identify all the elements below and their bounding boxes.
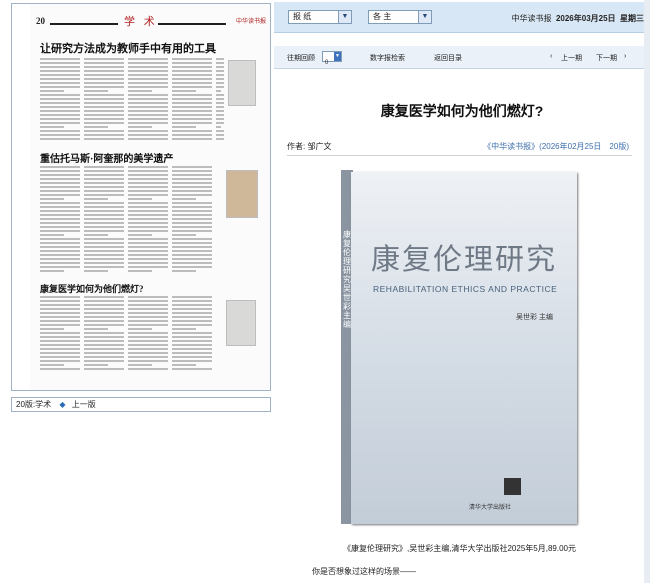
byline-row: 作者: 邹广文 《中华读书报》(2026年02月25日 20版): [287, 141, 632, 156]
article-body-first-line: 你是否想象过这样的场景——: [312, 567, 416, 576]
paper-name: 中华读书报: [511, 14, 552, 23]
article-title: 康复医学如何为他们燃灯?: [380, 103, 544, 119]
scrollbar[interactable]: [644, 0, 650, 583]
thumbnail-text-column: [128, 58, 168, 142]
thumbnail-text-column: [128, 166, 168, 274]
thumbnail-text-column: [84, 166, 124, 274]
next-issue-chevron-icon[interactable]: ›: [624, 53, 626, 60]
top-toolbar: 报 纸 ▼ 各 主 ▼ 中华读书报 2026年03月25日 星期三: [274, 2, 650, 33]
current-page-label: 20版:学术: [16, 400, 52, 409]
publisher-logo-icon: [504, 478, 521, 495]
back-to-index-link[interactable]: 返回目录: [434, 53, 462, 63]
issue-info: 中华读书报 2026年03月25日 星期三: [512, 13, 645, 24]
chevron-down-icon: ▼: [334, 52, 341, 61]
thumbnail-text-column: [84, 296, 124, 372]
page-thumbnail-frame: 20 学 术 中华读书报 让研究方法成为教师手中有用的工具 重估托马斯·阿奎那的…: [11, 3, 271, 391]
article-author: 作者: 邹广文: [287, 142, 332, 151]
thumbnail-image-1: [228, 60, 256, 106]
thumbnail-page-number: 20: [36, 16, 45, 26]
page-select-value: 0: [325, 60, 329, 66]
digital-search-link[interactable]: 数字报检索: [370, 53, 405, 63]
newspaper-select-value: 报 纸: [293, 12, 312, 21]
book-editor: 吴世彩 主编: [516, 314, 553, 321]
thumbnail-text-column: [216, 58, 224, 142]
thumbnail-image-2: [226, 170, 258, 218]
thumbnail-brand: 中华读书报: [235, 19, 266, 25]
book-title: 康复伦理研究: [371, 242, 558, 276]
thumbnail-text-column: [128, 296, 168, 372]
thumbnail-text-column: [40, 296, 80, 372]
article-source: 《中华读书报》(2026年02月25日 20版): [483, 142, 629, 151]
issue-date: 2026年03月25日: [555, 14, 616, 23]
book-publisher: 清华大学出版社: [469, 505, 512, 511]
next-issue-link[interactable]: 下一期: [596, 53, 617, 63]
thumbnail-text-column: [40, 58, 80, 142]
newspaper-header: 20 学 术 中华读书报: [36, 13, 266, 31]
page-label-bar: 20版:学术 ◆ 上一版: [11, 397, 271, 412]
prev-issue-chevron-icon[interactable]: ‹: [550, 53, 552, 60]
thumbnail-text-column: [84, 58, 124, 142]
book-subtitle: REHABILITATION ETHICS AND PRACTICE: [373, 284, 558, 294]
book-cover-image: 康复伦理研究 吴世彩 主编 康复伦理研究 REHABILITATION ETHI…: [341, 170, 577, 526]
diamond-icon: ◆: [59, 400, 66, 409]
thumbnail-headline-1[interactable]: 让研究方法成为教师手中有用的工具: [40, 40, 216, 56]
thumbnail-section: 学 术: [124, 16, 158, 28]
thumbnail-text-column: [172, 58, 212, 142]
chevron-down-icon: ▼: [418, 11, 431, 23]
edition-select[interactable]: 各 主 ▼: [368, 10, 432, 24]
newspaper-select[interactable]: 报 纸 ▼: [288, 10, 352, 24]
header-rule-right: [158, 23, 226, 25]
image-caption: 《康复伦理研究》,吴世彩主编,清华大学出版社2025年5月,89.00元: [343, 544, 576, 553]
thumbnail-text-column: [172, 296, 212, 372]
header-rule-left: [50, 23, 118, 25]
chevron-down-icon: ▼: [338, 11, 351, 23]
thumbnail-headline-3[interactable]: 康复医学如何为他们燃灯?: [40, 282, 144, 295]
thumbnail-text-column: [40, 166, 80, 274]
page-select[interactable]: 0 ▼: [322, 51, 342, 66]
prev-issue-link[interactable]: 上一期: [561, 53, 582, 63]
edition-select-value: 各 主: [373, 12, 392, 21]
prev-page-link[interactable]: 上一版: [72, 400, 96, 409]
thumbnail-text-column: [172, 166, 212, 274]
thumbnail-image-3: [226, 300, 256, 346]
issue-weekday: 星期三: [620, 14, 644, 23]
navigation-bar: 往期回顾 0 ▼ 数字报检索 返回目录 ‹ 上一期 下一期 ›: [274, 46, 650, 69]
book-cover: 康复伦理研究 REHABILITATION ETHICS AND PRACTIC…: [351, 172, 577, 524]
page-thumbnail[interactable]: 20 学 术 中华读书报 让研究方法成为教师手中有用的工具 重估托马斯·阿奎那的…: [30, 4, 270, 390]
thumbnail-headline-2[interactable]: 重估托马斯·阿奎那的美学遗产: [40, 150, 173, 165]
past-issues-label: 往期回顾: [287, 55, 315, 62]
